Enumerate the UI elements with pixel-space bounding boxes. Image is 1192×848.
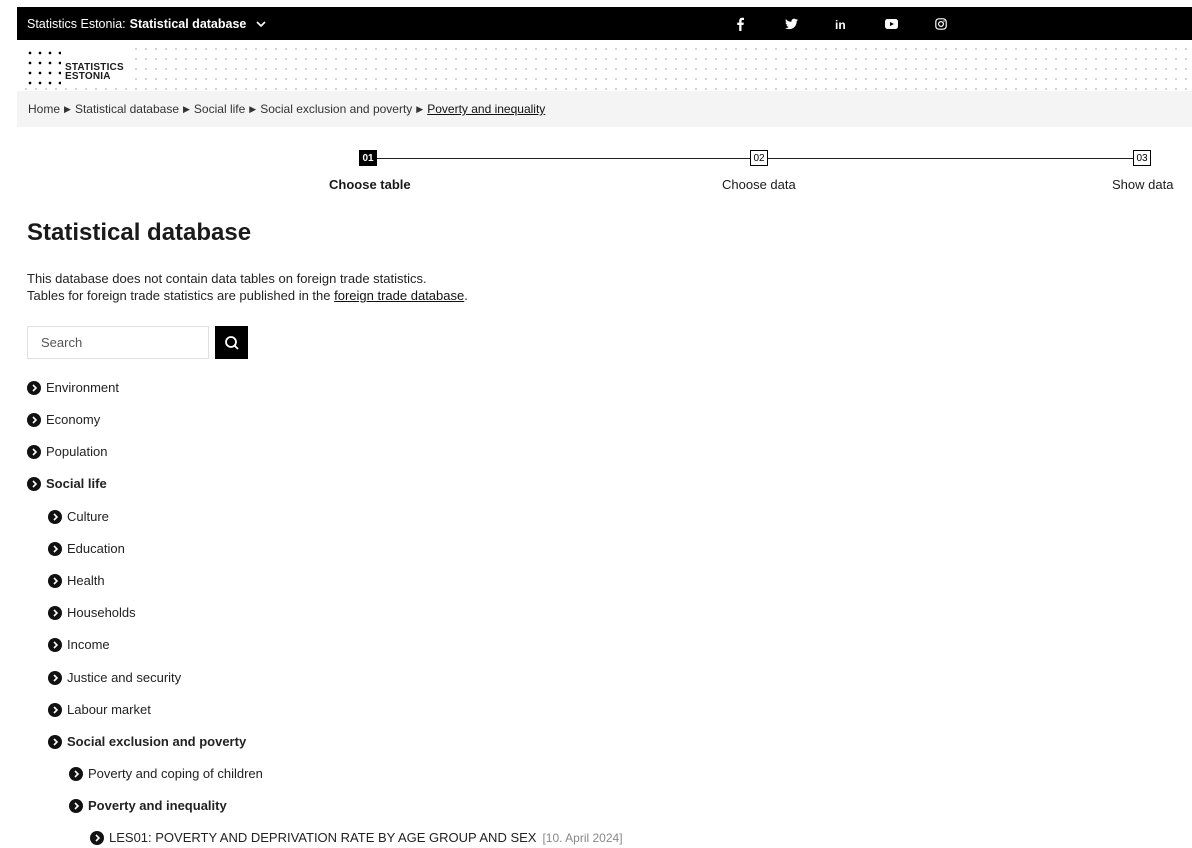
social-links: in [735,7,985,40]
expand-arrow-icon [48,637,62,652]
expand-arrow-icon [27,380,41,395]
breadcrumb-separator-icon: ▶ [183,103,190,114]
stepper-line [768,158,1133,159]
chevron-down-icon [254,17,268,31]
step-1-label: Choose table [329,177,411,192]
breadcrumb-home[interactable]: Home [28,102,60,116]
search-button[interactable] [215,326,248,359]
page-title: Statistical database [27,219,252,246]
table-updated-date: [10. April 2024] [542,830,623,845]
statistics-estonia-logo[interactable]: STATISTICS ESTONIA [23,46,133,88]
site-name: Statistics Estonia: [27,16,126,31]
expand-arrow-icon [90,830,104,845]
twitter-icon[interactable] [785,18,835,30]
breadcrumb-current[interactable]: Poverty and inequality [427,102,545,116]
step-3-number: 03 [1133,150,1151,166]
section-name: Statistical database [129,16,247,31]
expand-arrow-icon [48,541,62,556]
expand-arrow-icon [69,798,83,813]
tree-item-justice-and-security[interactable]: Justice and security [48,670,181,685]
breadcrumb-social-life[interactable]: Social life [194,102,245,116]
expand-arrow-icon [48,670,62,685]
logo-text: STATISTICS ESTONIA [65,62,124,82]
expand-arrow-icon [48,702,62,717]
expand-arrow-icon [69,766,83,781]
top-bar: Statistics Estonia: Statistical database… [17,7,1192,40]
expand-arrow-icon [48,509,62,524]
tree-item-income[interactable]: Income [48,637,110,652]
svg-text:in: in [835,18,846,30]
search-icon [224,335,239,350]
expand-arrow-icon [48,573,62,588]
tree-item-education[interactable]: Education [48,541,125,556]
instagram-icon[interactable] [935,17,985,30]
expand-arrow-icon [27,476,41,491]
expand-arrow-icon [27,444,41,459]
tree-item-population[interactable]: Population [27,444,107,459]
expand-arrow-icon [48,605,62,620]
tree-item-les01-table[interactable]: LES01: POVERTY AND DEPRIVATION RATE BY A… [90,830,623,845]
breadcrumb-separator-icon: ▶ [64,103,71,114]
logo-dots-icon [25,48,61,86]
tree-item-health[interactable]: Health [48,573,105,588]
tree-item-labour-market[interactable]: Labour market [48,702,151,717]
tree-item-poverty-and-coping-of-children[interactable]: Poverty and coping of children [69,766,263,781]
expand-arrow-icon [27,412,41,427]
logo-band: STATISTICS ESTONIA [17,40,1192,91]
notice-text: This database does not contain data tabl… [27,271,468,303]
step-3-label: Show data [1112,177,1174,192]
breadcrumb-social-exclusion[interactable]: Social exclusion and poverty [260,102,412,116]
tree-item-social-life[interactable]: Social life [27,476,107,491]
stepper-line [377,158,750,159]
facebook-icon[interactable] [735,17,785,31]
step-1-number: 01 [359,150,377,166]
breadcrumb: Home ▶ Statistical database ▶ Social lif… [17,91,1192,127]
site-switcher[interactable]: Statistics Estonia: Statistical database [27,17,268,31]
tree-item-social-exclusion-and-poverty[interactable]: Social exclusion and poverty [48,734,246,749]
tree-item-households[interactable]: Households [48,605,136,620]
linkedin-icon[interactable]: in [835,18,885,30]
tree-item-environment[interactable]: Environment [27,380,119,395]
breadcrumb-separator-icon: ▶ [416,103,424,114]
tree-item-poverty-and-inequality[interactable]: Poverty and inequality [69,798,227,813]
expand-arrow-icon [48,734,62,749]
breadcrumb-separator-icon: ▶ [249,103,257,114]
breadcrumb-statistical-database[interactable]: Statistical database [75,102,179,116]
search-input[interactable] [27,326,209,359]
youtube-icon[interactable] [885,18,935,29]
tree-item-culture[interactable]: Culture [48,509,109,524]
step-2-label: Choose data [722,177,796,192]
step-2-number: 02 [750,150,768,166]
foreign-trade-database-link[interactable]: foreign trade database [334,288,464,303]
tree-item-economy[interactable]: Economy [27,412,100,427]
